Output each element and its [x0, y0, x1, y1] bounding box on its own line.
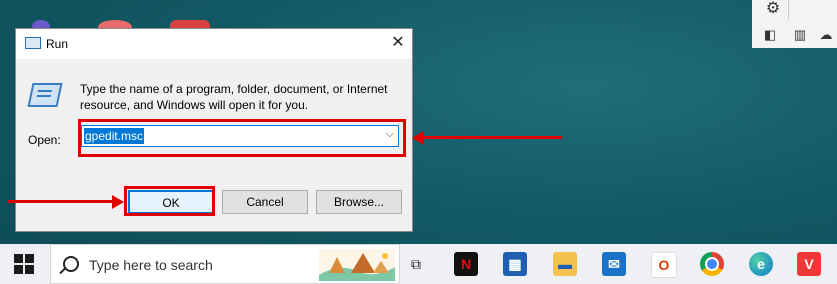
run-large-icon	[27, 83, 63, 107]
divider	[788, 0, 789, 20]
vivaldi-icon[interactable]: V	[797, 252, 821, 276]
mail-icon[interactable]: ✉	[602, 252, 626, 276]
cancel-button[interactable]: Cancel	[222, 190, 308, 214]
taskbar: Type here to search ⧉ N ▦ ▬ ✉ O e V	[0, 244, 837, 284]
highlight-box-ok	[124, 186, 215, 216]
chrome-icon[interactable]	[700, 252, 724, 276]
reader-icon[interactable]: ▥	[792, 28, 808, 42]
browser-side-panel: ⚙ ◧ ▥ ☁	[752, 0, 837, 48]
run-app-icon	[25, 37, 41, 49]
dialog-title: Run	[46, 37, 69, 51]
edge-icon[interactable]: e	[749, 252, 773, 276]
panel-icon[interactable]: ◧	[762, 28, 778, 42]
cloud-icon[interactable]: ☁	[818, 28, 834, 42]
microsoft-store-icon[interactable]: ▦	[503, 252, 527, 276]
open-label: Open:	[28, 133, 61, 147]
highlight-box-input	[78, 119, 406, 157]
close-icon[interactable]: ✕	[388, 33, 408, 53]
arrow-shaft-input	[424, 136, 562, 139]
task-view-icon[interactable]: ⧉	[404, 252, 428, 276]
search-icon	[63, 256, 79, 272]
office-icon[interactable]: O	[651, 252, 677, 278]
windows-start-icon[interactable]	[14, 254, 34, 274]
search-highlight-art	[319, 249, 395, 281]
gear-icon[interactable]: ⚙	[762, 0, 784, 20]
dialog-description: Type the name of a program, folder, docu…	[80, 82, 388, 112]
arrow-shaft-ok	[8, 200, 114, 203]
arrowhead-input	[412, 131, 424, 145]
arrowhead-ok	[112, 195, 124, 209]
taskbar-search[interactable]: Type here to search	[50, 244, 400, 284]
search-placeholder: Type here to search	[89, 257, 213, 273]
file-explorer-icon[interactable]: ▬	[553, 252, 577, 276]
browse-button[interactable]: Browse...	[316, 190, 402, 214]
netflix-icon[interactable]: N	[454, 252, 478, 276]
title-bar[interactable]: Run ✕	[16, 29, 412, 59]
